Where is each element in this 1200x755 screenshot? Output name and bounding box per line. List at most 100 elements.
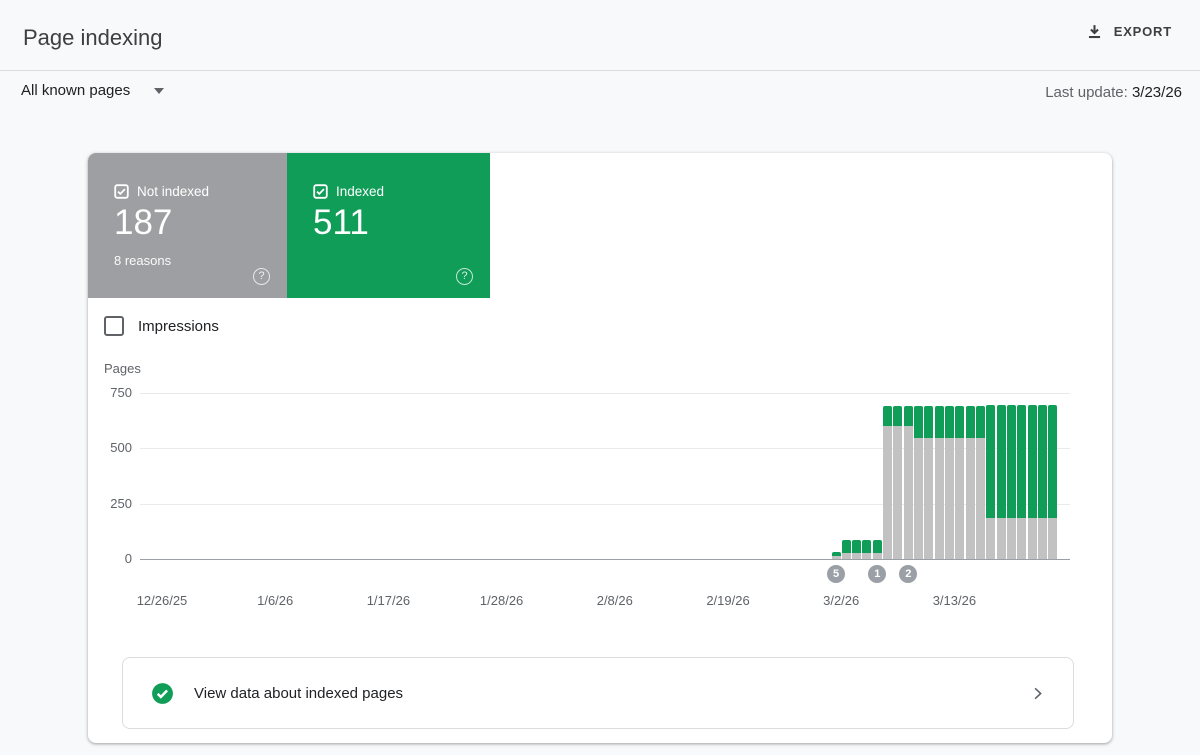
page-indexing-card: Not indexed 187 8 reasons ? Indexed 511 … (88, 153, 1112, 743)
chart-bar-indexed-segment (1028, 405, 1037, 518)
chart-bar-indexed-segment (935, 406, 944, 439)
check-circle-icon (150, 681, 175, 706)
not-indexed-tile[interactable]: Not indexed 187 8 reasons ? (88, 153, 287, 298)
chart-bar-not-indexed-segment (924, 438, 933, 559)
checkbox-checked-icon[interactable] (114, 184, 129, 199)
chart-bar (955, 406, 964, 559)
help-icon[interactable]: ? (253, 268, 270, 285)
chart-bar-indexed-segment (945, 406, 954, 439)
checkbox-checked-icon[interactable] (313, 184, 328, 199)
chevron-right-icon[interactable] (1028, 684, 1047, 703)
page-title: Page indexing (23, 25, 162, 51)
view-indexed-data-card[interactable]: View data about indexed pages (122, 657, 1074, 729)
impressions-toggle[interactable]: Impressions (104, 316, 219, 336)
chart-bar-indexed-segment (976, 406, 985, 439)
chart-bar (997, 405, 1006, 559)
export-label: EXPORT (1114, 24, 1172, 39)
chart-gridline (140, 448, 1070, 449)
chart-x-tick-label: 3/13/26 (914, 593, 994, 608)
chart-bar-not-indexed-segment (883, 426, 892, 559)
chart-bar-indexed-segment (873, 540, 882, 554)
chart-bar (904, 406, 913, 559)
chart-bar-indexed-segment (997, 405, 1006, 518)
last-update: Last update: 3/23/26 (1045, 84, 1182, 101)
chart-gridline (140, 559, 1070, 560)
chart-bar-indexed-segment (1038, 405, 1047, 518)
chart-bar-not-indexed-segment (862, 553, 871, 559)
export-button[interactable]: EXPORT (1085, 22, 1172, 41)
chart-gridline (140, 393, 1070, 394)
chart-bar-not-indexed-segment (1017, 518, 1026, 559)
chart-bar-indexed-segment (924, 406, 933, 439)
chart-bar-indexed-segment (1017, 405, 1026, 518)
chart-bar (1017, 405, 1026, 559)
chart-event-badge[interactable]: 1 (868, 565, 886, 583)
chart-bar-not-indexed-segment (852, 553, 861, 559)
chart-bar (986, 405, 995, 559)
chart-x-tick-label: 2/19/26 (688, 593, 768, 608)
chart-bar (852, 540, 861, 559)
chart-x-tick-label: 2/8/26 (575, 593, 655, 608)
chart-event-badge[interactable]: 5 (827, 565, 845, 583)
chart-bar (1028, 405, 1037, 559)
chart-bar (1038, 405, 1047, 559)
chart-bar-indexed-segment (955, 406, 964, 439)
chart-x-tick-label: 3/2/26 (801, 593, 881, 608)
chart-x-tick-label: 1/17/26 (348, 593, 428, 608)
chart-bar (883, 406, 892, 559)
chart-bar-indexed-segment (862, 540, 871, 554)
chart-x-tick-label: 1/28/26 (462, 593, 542, 608)
page-header: Page indexing EXPORT (0, 0, 1200, 71)
help-icon[interactable]: ? (456, 268, 473, 285)
chart-bar (893, 406, 902, 559)
chart-bar-not-indexed-segment (945, 438, 954, 559)
chart-bar-not-indexed-segment (893, 426, 902, 559)
chart-bar (1007, 405, 1016, 559)
view-indexed-data-label: View data about indexed pages (194, 685, 1028, 702)
chart-bar-not-indexed-segment (842, 553, 851, 559)
chart-y-tick-label: 500 (88, 440, 132, 455)
chart-bar (832, 552, 841, 559)
checkbox-unchecked-icon[interactable] (104, 316, 124, 336)
chart-y-tick-label: 750 (88, 385, 132, 400)
chart-bar (976, 406, 985, 559)
impressions-label: Impressions (138, 318, 219, 335)
chart-bar-indexed-segment (986, 405, 995, 518)
chart-bar-not-indexed-segment (904, 426, 913, 559)
chart-bar (935, 406, 944, 559)
chart-bar-indexed-segment (1048, 405, 1057, 518)
indexed-tile[interactable]: Indexed 511 ? (287, 153, 490, 298)
chart-y-axis-title: Pages (104, 361, 141, 376)
chart-bar (924, 406, 933, 559)
status-tiles: Not indexed 187 8 reasons ? Indexed 511 … (88, 153, 490, 298)
chart-bar-indexed-segment (893, 406, 902, 426)
chart-bar (914, 406, 923, 559)
chart-bar-not-indexed-segment (935, 438, 944, 559)
chart-bar-not-indexed-segment (976, 438, 985, 559)
chevron-down-icon (154, 88, 164, 94)
chart-event-badge[interactable]: 2 (899, 565, 917, 583)
download-icon (1085, 22, 1104, 41)
indexed-label: Indexed (336, 184, 384, 199)
chart-bar-not-indexed-segment (1048, 518, 1057, 559)
chart-bar-indexed-segment (904, 406, 913, 426)
chart-bar (842, 540, 851, 559)
chart-gridline (140, 504, 1070, 505)
chart-bar-not-indexed-segment (955, 438, 964, 559)
chart-bar-indexed-segment (852, 540, 861, 554)
chart-bar (966, 406, 975, 559)
page-scope-dropdown[interactable]: All known pages (21, 82, 164, 99)
chart-bar-indexed-segment (1007, 405, 1016, 518)
chart-bar (1048, 405, 1057, 559)
chart-bar-not-indexed-segment (966, 438, 975, 559)
chart-bar (873, 540, 882, 559)
chart-bar-not-indexed-segment (914, 438, 923, 559)
chart-bar-indexed-segment (914, 406, 923, 439)
chart-bar-not-indexed-segment (1007, 518, 1016, 559)
not-indexed-count: 187 (114, 203, 172, 243)
chart-bar-not-indexed-segment (1028, 518, 1037, 559)
chart-x-tick-label: 12/26/25 (122, 593, 202, 608)
chart-bar (945, 406, 954, 559)
last-update-date: 3/23/26 (1132, 84, 1182, 101)
chart-y-tick-label: 0 (88, 551, 132, 566)
